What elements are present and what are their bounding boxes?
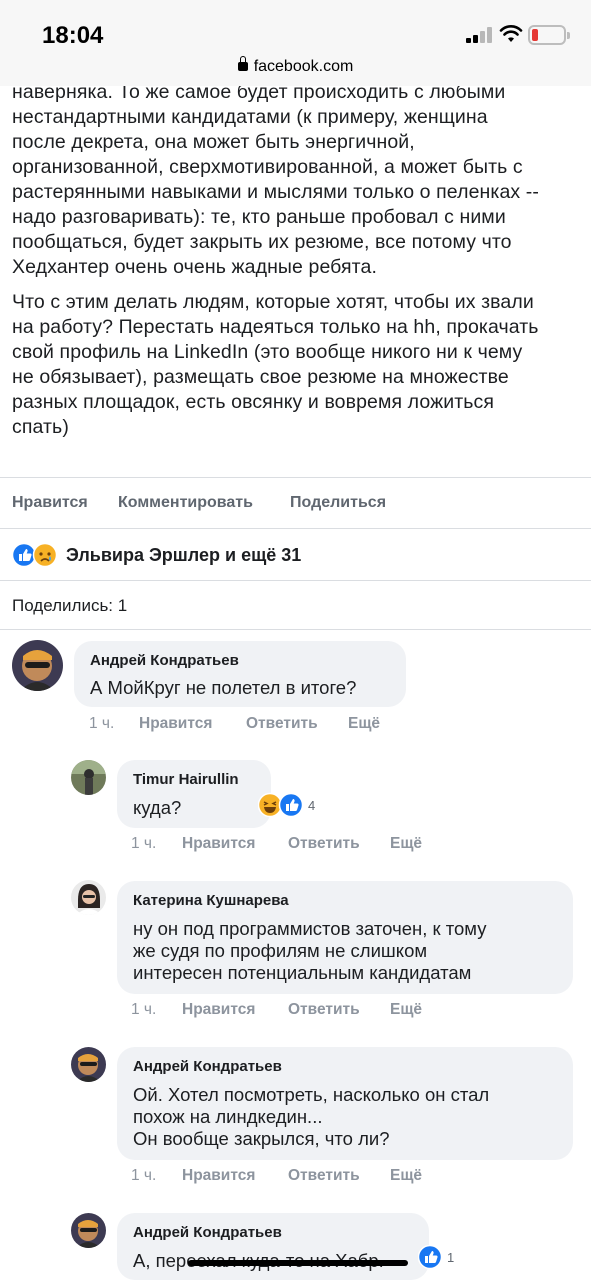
comment-bubble: Timur Hairullin куда? <box>117 760 271 828</box>
like-button[interactable]: Нравится <box>12 494 88 512</box>
post-paragraph: Что с этим делать людям, которые хотят, … <box>12 291 539 438</box>
comment-more-button[interactable]: Ещё <box>348 715 380 733</box>
comment-bubble: Андрей Кондратьев А, переехал куда-то на… <box>117 1213 429 1280</box>
comment-reply-button[interactable]: Ответить <box>288 1167 360 1185</box>
status-time: 18:04 <box>42 22 104 49</box>
comment-time: 1 ч. <box>131 1001 157 1018</box>
comment-text: ну он под программистов заточен, к тому … <box>133 918 487 983</box>
reactions-summary[interactable]: Эльвира Эршлер и ещё 31 <box>12 538 301 572</box>
cellular-signal-icon <box>466 27 492 43</box>
like-reaction-icon <box>12 542 37 568</box>
post-action-bar: Нравится Комментировать Поделиться <box>0 477 591 529</box>
avatar[interactable] <box>71 1213 106 1248</box>
comment-reactions[interactable]: 1 <box>418 1244 454 1270</box>
comment-meta: 1 ч. Нравится Ответить Ещё <box>89 715 419 735</box>
avatar-photo <box>71 760 106 795</box>
comment-like-button[interactable]: Нравится <box>182 1167 255 1185</box>
comment-bubble: Андрей Кондратьев А МойКруг не полетел в… <box>74 641 406 707</box>
avatar[interactable] <box>12 640 63 691</box>
comment-time: 1 ч. <box>131 1167 157 1184</box>
lock-icon <box>237 56 248 71</box>
comment-text: А МойКруг не полетел в итоге? <box>90 677 357 698</box>
comment-meta: 1 ч. Нравится Ответить Ещё <box>131 835 461 855</box>
avatar-photo <box>71 880 106 915</box>
comment-time: 1 ч. <box>131 835 157 852</box>
battery-icon <box>528 25 570 45</box>
comment-like-button[interactable]: Нравится <box>182 835 255 853</box>
home-indicator[interactable] <box>188 1260 408 1266</box>
avatar-photo <box>71 1047 106 1082</box>
avatar[interactable] <box>71 880 106 915</box>
comment-author[interactable]: Катерина Кушнарева <box>133 892 289 909</box>
reactors-text: Эльвира Эршлер и ещё 31 <box>66 544 302 565</box>
comment-reply-button[interactable]: Ответить <box>246 715 318 733</box>
haha-reaction-icon <box>258 792 283 818</box>
avatar[interactable] <box>71 1047 106 1082</box>
avatar[interactable] <box>71 760 106 795</box>
post-paragraph: наверняка. То же самое будет происходить… <box>12 81 539 278</box>
comment-like-button[interactable]: Нравится <box>139 715 212 733</box>
comment-like-button[interactable]: Нравится <box>182 1001 255 1019</box>
url-text: facebook.com <box>253 58 354 75</box>
comment-more-button[interactable]: Ещё <box>390 835 422 853</box>
comment-time: 1 ч. <box>89 715 115 732</box>
avatar-photo <box>71 1213 106 1248</box>
sad-reaction-icon <box>32 542 58 568</box>
reaction-count: 1 <box>447 1249 455 1265</box>
comment-text: куда? <box>133 797 182 818</box>
reaction-count: 4 <box>308 797 316 813</box>
shares-count: Поделились: 1 <box>12 596 128 615</box>
comment-text: Ой. Хотел посмотреть, насколько он стал … <box>133 1084 490 1149</box>
comment-author[interactable]: Андрей Кондратьев <box>133 1224 282 1241</box>
address-bar[interactable]: facebook.com <box>0 56 591 76</box>
shares-bar[interactable]: Поделились: 1 <box>0 580 591 630</box>
like-reaction-icon <box>418 1244 443 1270</box>
comment-more-button[interactable]: Ещё <box>390 1001 422 1019</box>
comment-reactions[interactable]: 4 <box>258 792 315 818</box>
comment-author[interactable]: Timur Hairullin <box>133 771 239 788</box>
comment-button[interactable]: Комментировать <box>118 494 253 512</box>
reaction-icons <box>258 792 304 818</box>
avatar-photo <box>12 640 63 691</box>
share-button[interactable]: Поделиться <box>290 494 386 512</box>
reaction-icons <box>12 542 58 568</box>
comment-meta: 1 ч. Нравится Ответить Ещё <box>131 1167 461 1187</box>
comment-author[interactable]: Андрей Кондратьев <box>90 652 239 669</box>
comment-reply-button[interactable]: Ответить <box>288 835 360 853</box>
wifi-icon <box>499 25 523 42</box>
post-body: наверняка. То же самое будет происходить… <box>12 80 580 440</box>
comment-more-button[interactable]: Ещё <box>390 1167 422 1185</box>
status-bar: 18:04 facebook.com <box>0 0 591 86</box>
like-reaction-icon <box>278 792 304 818</box>
comment-bubble: Андрей Кондратьев Ой. Хотел посмотреть, … <box>117 1047 573 1160</box>
comment-meta: 1 ч. Нравится Ответить Ещё <box>131 1001 461 1021</box>
comment-reply-button[interactable]: Ответить <box>288 1001 360 1019</box>
comment-bubble: Катерина Кушнарева ну он под программист… <box>117 881 573 994</box>
comment-author[interactable]: Андрей Кондратьев <box>133 1058 282 1075</box>
